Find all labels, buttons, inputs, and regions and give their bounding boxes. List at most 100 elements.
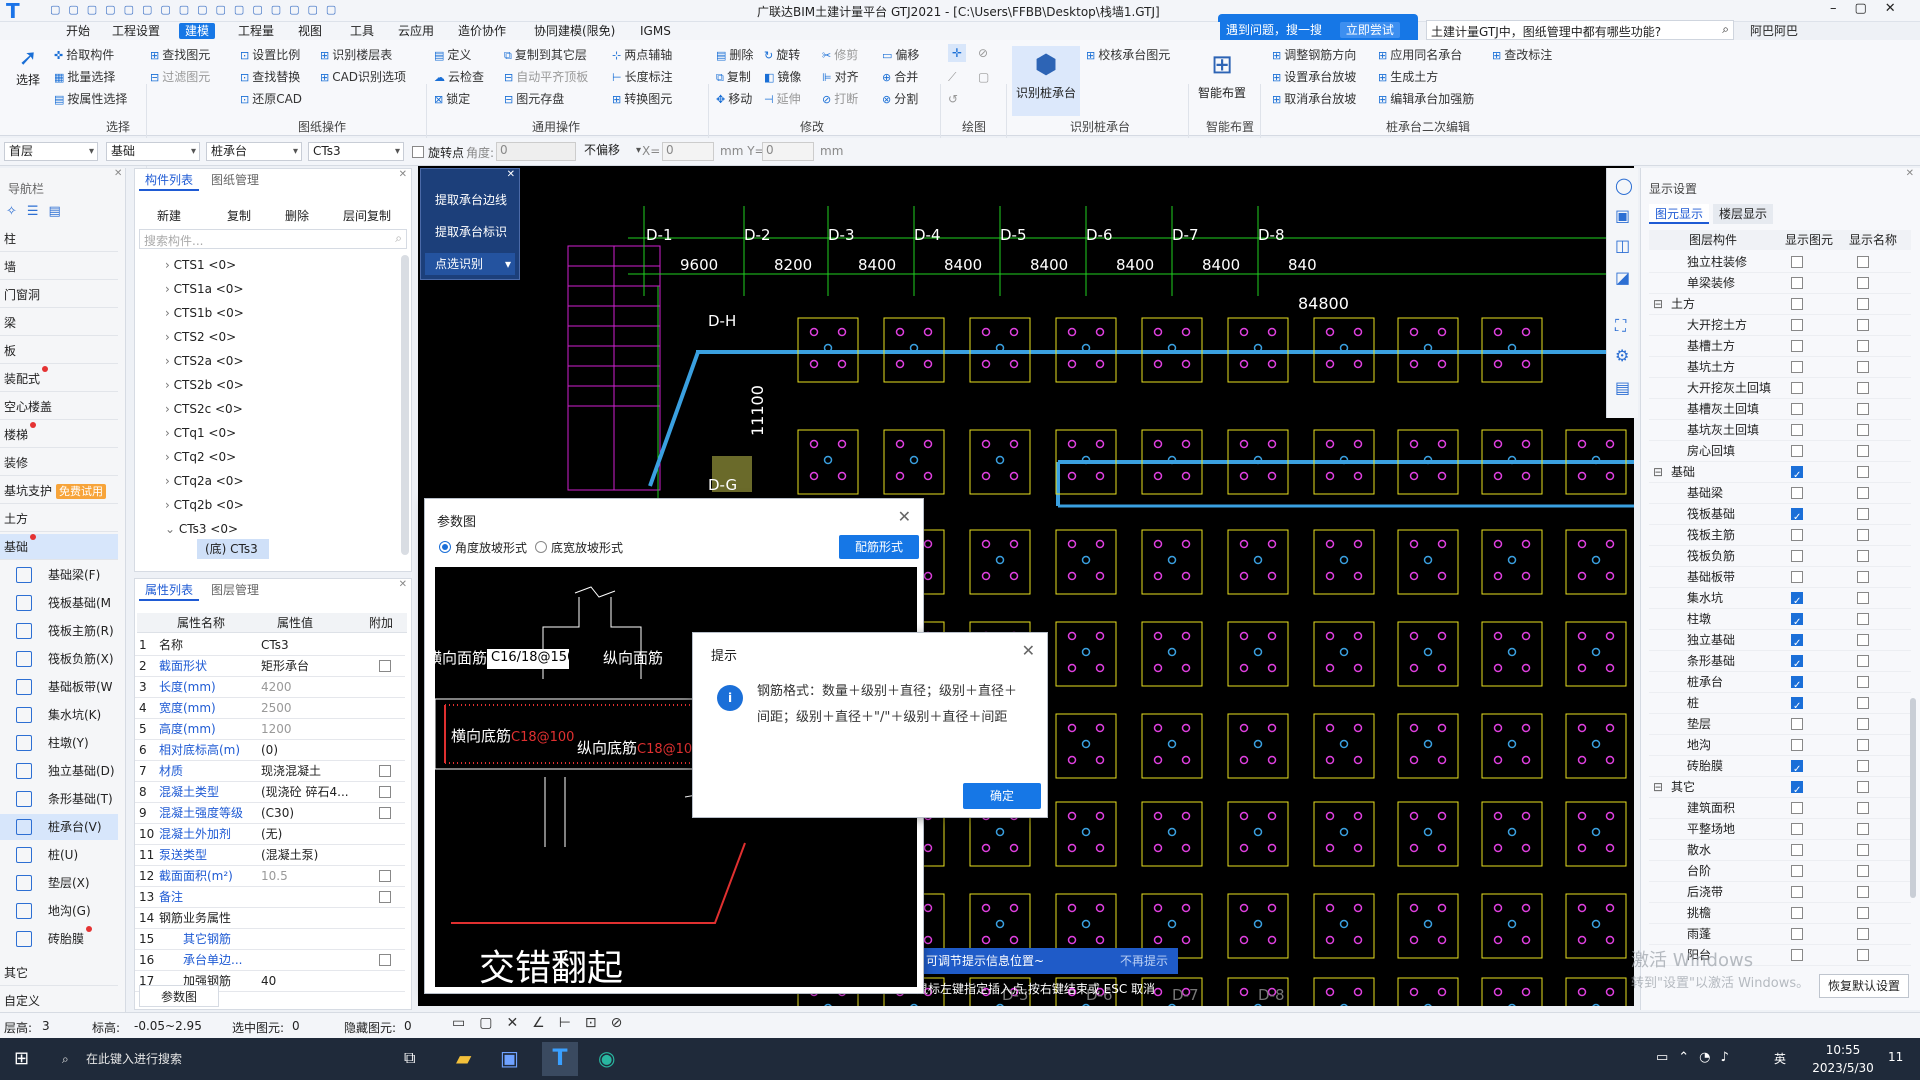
help-try-button[interactable]: 立即尝试 [1339,22,1400,38]
move-button[interactable]: ✥ 移动 [716,90,752,108]
property-panel-close-icon[interactable]: ✕ [399,579,407,590]
tab-quantity[interactable]: 工程量 [232,23,280,39]
long-bottom-value[interactable]: C18@10 [637,742,692,757]
tip-ok-button[interactable]: 确定 [963,783,1041,809]
nav-item[interactable]: 基础 [0,534,118,560]
extract-cap-label-button[interactable]: 提取承台标识 [435,223,507,240]
identify-floor-table-button[interactable]: ⊞ 识别楼层表 [320,46,392,64]
search-icon[interactable]: ⌕ [395,231,402,246]
show-name-checkbox[interactable] [1857,613,1869,625]
show-element-checkbox[interactable] [1791,529,1803,541]
show-name-checkbox[interactable] [1857,445,1869,457]
show-element-checkbox[interactable] [1791,487,1803,499]
draw-point-button[interactable]: ✛ [948,44,966,62]
delete-button[interactable]: ▤ 删除 [716,46,753,64]
pile-cap[interactable] [1481,621,1543,687]
split-button[interactable]: ⊗ 分割 [882,90,918,108]
show-element-checkbox[interactable] [1791,675,1803,696]
task-view-icon[interactable]: ⧉ [404,1048,415,1068]
show-name-checkbox[interactable] [1857,571,1869,583]
trim-button[interactable]: ✂ 修剪 [822,46,858,64]
delete-component-button[interactable]: 删除 [285,207,309,224]
chevron-right-icon[interactable]: › [165,498,174,512]
extract-cap-edge-button[interactable]: 提取承台边线 [435,191,507,208]
tab-floor-display[interactable]: 楼层显示 [1713,204,1774,224]
check-pile-cap-button[interactable]: ⊞ 校核承台图元 [1086,46,1170,64]
show-element-checkbox[interactable] [1791,802,1803,814]
pile-cap[interactable] [1313,713,1375,779]
pile-cap[interactable] [1227,621,1289,687]
chevron-right-icon[interactable]: › [165,330,174,344]
type-select[interactable]: 基础 [106,142,200,161]
nav-item[interactable]: 柱 [0,226,118,252]
component-select[interactable]: CTs3 [308,142,404,161]
fullscreen-icon[interactable]: ⛶ [1615,316,1626,336]
ime-indicator[interactable]: 英 [1774,1050,1786,1067]
tab-modeling[interactable]: 建模 [179,23,216,39]
identify-pile-cap-button[interactable]: ⬢ 识别桩承台 [1012,46,1080,116]
property-value[interactable]: CTs3 [261,635,357,656]
edit-reinforce-button[interactable]: ⊞ 编辑承台加强筋 [1378,90,1474,108]
show-name-checkbox[interactable] [1857,907,1869,919]
windows-start-icon[interactable]: ⊞ [14,1048,29,1069]
show-element-checkbox[interactable] [1791,298,1803,310]
show-name-checkbox[interactable] [1857,718,1869,730]
global-search-input[interactable]: 土建计量GTJ中，图纸管理中都有哪些功能? ⌕ [1426,20,1734,40]
property-value[interactable]: (混凝土泵) [261,845,357,866]
nav-item[interactable]: 自定义 [0,988,118,1014]
chevron-right-icon[interactable]: › [165,354,174,368]
show-element-checkbox[interactable] [1791,550,1803,562]
rebar-value-input[interactable]: C16/18@150 [487,649,575,669]
pile-cap[interactable] [1055,621,1117,687]
draw-circle-button[interactable]: ▢ [978,68,989,86]
property-row[interactable]: 15 其它钢筋 [135,929,405,950]
pile-cap[interactable] [1313,977,1375,1006]
chevron-right-icon[interactable]: › [165,474,174,488]
show-element-checkbox[interactable] [1791,382,1803,394]
property-row[interactable]: 6 相对底标高(m) (0) [135,740,405,761]
tip-dialog-close-icon[interactable]: ✕ [1022,641,1035,660]
collapse-icon[interactable]: ⊟ [1653,462,1663,483]
trial-badge[interactable]: 免费试用 [56,484,107,499]
clock[interactable]: 10:55 2023/5/30 [1808,1041,1878,1077]
nav-item[interactable]: 门窗洞 [0,282,118,308]
show-name-checkbox[interactable] [1857,592,1869,604]
tree-item[interactable]: › CTS2 <0> [165,327,236,347]
nav-subitem[interactable]: 独立基础(D) [0,758,118,784]
nav-view-toggles[interactable]: ✧☰▤ [6,204,71,219]
show-element-checkbox[interactable] [1791,507,1803,528]
nav-subitem[interactable]: 筏板负筋(X) [0,646,118,672]
chevron-right-icon[interactable]: › [165,258,174,272]
pile-cap[interactable] [1397,801,1459,867]
show-name-checkbox[interactable] [1857,340,1869,352]
taskbar-search[interactable]: ⌕ 在此键入进行搜索 [50,1042,320,1076]
batch-select-button[interactable]: ▦ 批量选择 [54,68,115,86]
show-name-checkbox[interactable] [1857,319,1869,331]
nav-subitem[interactable]: 条形基础(T) [0,786,118,812]
tab-property-list[interactable]: 属性列表 [139,579,200,601]
property-row[interactable]: 11 泵送类型 (混凝土泵) [135,845,405,866]
tab-cost-collab[interactable]: 造价协作 [452,23,512,39]
show-element-checkbox[interactable] [1791,865,1803,877]
show-name-checkbox[interactable] [1857,865,1869,877]
quick-access-toolbar[interactable]: ▢▢▢▢▢▢▢▢▢▢▢▢▢▢▢▢ [50,3,410,19]
point-identify-button[interactable]: 点选识别 ▾ [425,253,515,275]
property-row[interactable]: 1 名称 CTs3 [135,635,405,656]
show-name-checkbox[interactable] [1857,382,1869,394]
rotate-point-checkbox[interactable] [412,146,424,158]
property-row[interactable]: 3 长度(mm) 4200 [135,677,405,698]
show-element-checkbox[interactable] [1791,886,1803,898]
tab-collab-modeling[interactable]: 协同建模(限免) [528,23,621,39]
pile-cap[interactable] [1565,529,1627,595]
chevron-right-icon[interactable]: › [165,306,174,320]
rotate-button[interactable]: ↻ 旋转 [764,46,800,64]
floor-copy-button[interactable]: 层间复制 [343,207,391,224]
lock-button[interactable]: ⊠ 锁定 [434,90,470,108]
tree-item[interactable]: › CTq2b <0> [165,495,244,515]
property-value[interactable]: 现浇混凝土 [261,761,357,782]
draw-rect-button[interactable]: ⊘ [978,44,988,62]
pile-cap[interactable] [1565,977,1627,1006]
property-value[interactable]: 矩形承台 [261,656,357,677]
set-slope-button[interactable]: ⊞ 设置承台放坡 [1272,68,1356,86]
extend-button[interactable]: ⊣ 延伸 [764,90,801,108]
